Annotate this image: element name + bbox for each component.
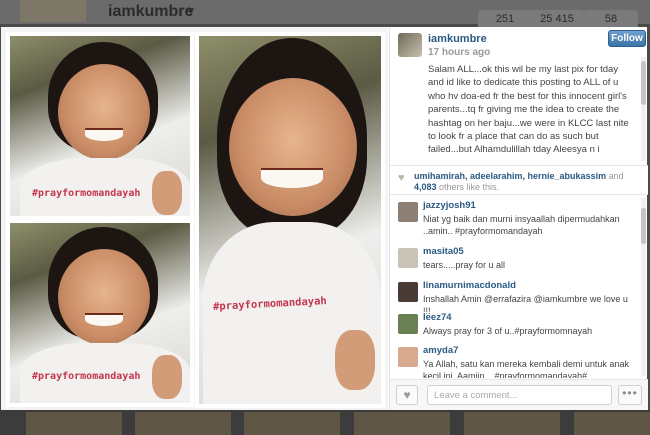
avatar[interactable] (398, 202, 418, 222)
likes-text: umihamirah, adeelarahim, hernie_abukassi… (414, 171, 642, 193)
post-photo[interactable]: #prayformomandayah #prayformomandayah #p… (1, 27, 388, 410)
heart-icon: ♥ (398, 172, 405, 184)
more-options-button[interactable]: ••• (618, 385, 642, 405)
more-options-icon: ••• (622, 386, 638, 400)
avatar[interactable] (398, 314, 418, 334)
background-thumbnail (26, 412, 122, 435)
comment-text: Ya Allah, satu kan mereka kembali demi u… (423, 359, 629, 378)
comment-text: tears.....pray for u all (423, 260, 506, 270)
comment-text: Niat yg baik dan murni insyaallah diperm… (423, 214, 620, 236)
collage-photo-large: #prayformomandayah (195, 32, 385, 408)
photo-lightbox: #prayformomandayah #prayformomandayah #p… (1, 27, 648, 410)
comment-username[interactable]: jazzyjosh91 (423, 200, 476, 211)
likers-names[interactable]: umihamirah, adeelarahim, hernie_abukassi… (414, 171, 606, 181)
comments-scrollbar[interactable] (641, 198, 646, 376)
background-thumbnail (574, 412, 650, 435)
background-username: iamkumbre (108, 3, 194, 20)
comments-scrollbar-thumb[interactable] (641, 208, 646, 244)
post-side-panel: iamkumbre 17 hours ago Follow Salam ALL.… (389, 27, 648, 410)
comment-username[interactable]: linamurnimacdonald (423, 280, 516, 291)
heart-icon: ♥ (403, 388, 411, 402)
list-item: linamurnimacdonald Inshallah Amin @erraf… (390, 278, 640, 316)
avatar[interactable] (398, 33, 422, 57)
post-owner-username[interactable]: iamkumbre (428, 33, 487, 45)
follow-button[interactable]: Follow (608, 30, 646, 47)
collage-photo-top-left: #prayformomandayah (6, 32, 194, 220)
background-avatar (20, 0, 86, 22)
comment-username[interactable]: amyda7 (423, 345, 458, 356)
background-thumbnail (464, 412, 560, 435)
likes-suffix: others like this. (436, 182, 500, 192)
caption-scrollbar[interactable] (641, 57, 646, 161)
list-item: jazzyjosh91 Niat yg baik dan murni insya… (390, 198, 640, 244)
avatar[interactable] (398, 282, 418, 302)
list-item: masita05 tears.....pray for u all (390, 244, 640, 278)
avatar[interactable] (398, 347, 418, 367)
list-item: leez74 Always pray for 3 of u..#prayform… (390, 310, 640, 343)
comment-username[interactable]: leez74 (423, 312, 452, 323)
background-thumbnail (354, 412, 450, 435)
background-thumbnail (244, 412, 340, 435)
like-button[interactable]: ♥ (396, 385, 418, 405)
likes-and: and (606, 171, 624, 181)
comment-text: Always pray for 3 of u..#prayformomnayah (423, 326, 593, 336)
shirt-hashtag: #prayformomandayah (32, 371, 141, 382)
post-timestamp: 17 hours ago (428, 47, 491, 58)
collage-photo-bottom-left: #prayformomandayah (6, 219, 194, 407)
comment-username[interactable]: masita05 (423, 246, 464, 257)
shirt-hashtag: #prayformomandayah (32, 188, 141, 199)
likes-count[interactable]: 4,083 (414, 182, 437, 192)
background-thumbnail (135, 412, 231, 435)
avatar[interactable] (398, 248, 418, 268)
comment-input[interactable] (427, 385, 612, 405)
comment-bar: ♥ ••• (390, 379, 648, 410)
list-item: amyda7 Ya Allah, satu kan mereka kembali… (390, 343, 640, 378)
likes-summary: ♥ umihamirah, adeelarahim, hernie_abukas… (390, 165, 648, 195)
caption-scrollbar-thumb[interactable] (641, 61, 646, 105)
chevron-down-icon: ▼ (186, 6, 196, 17)
comment-list: jazzyjosh91 Niat yg baik dan murni insya… (390, 198, 648, 378)
post-caption: Salam ALL...ok this wil be my last pix f… (428, 64, 629, 159)
